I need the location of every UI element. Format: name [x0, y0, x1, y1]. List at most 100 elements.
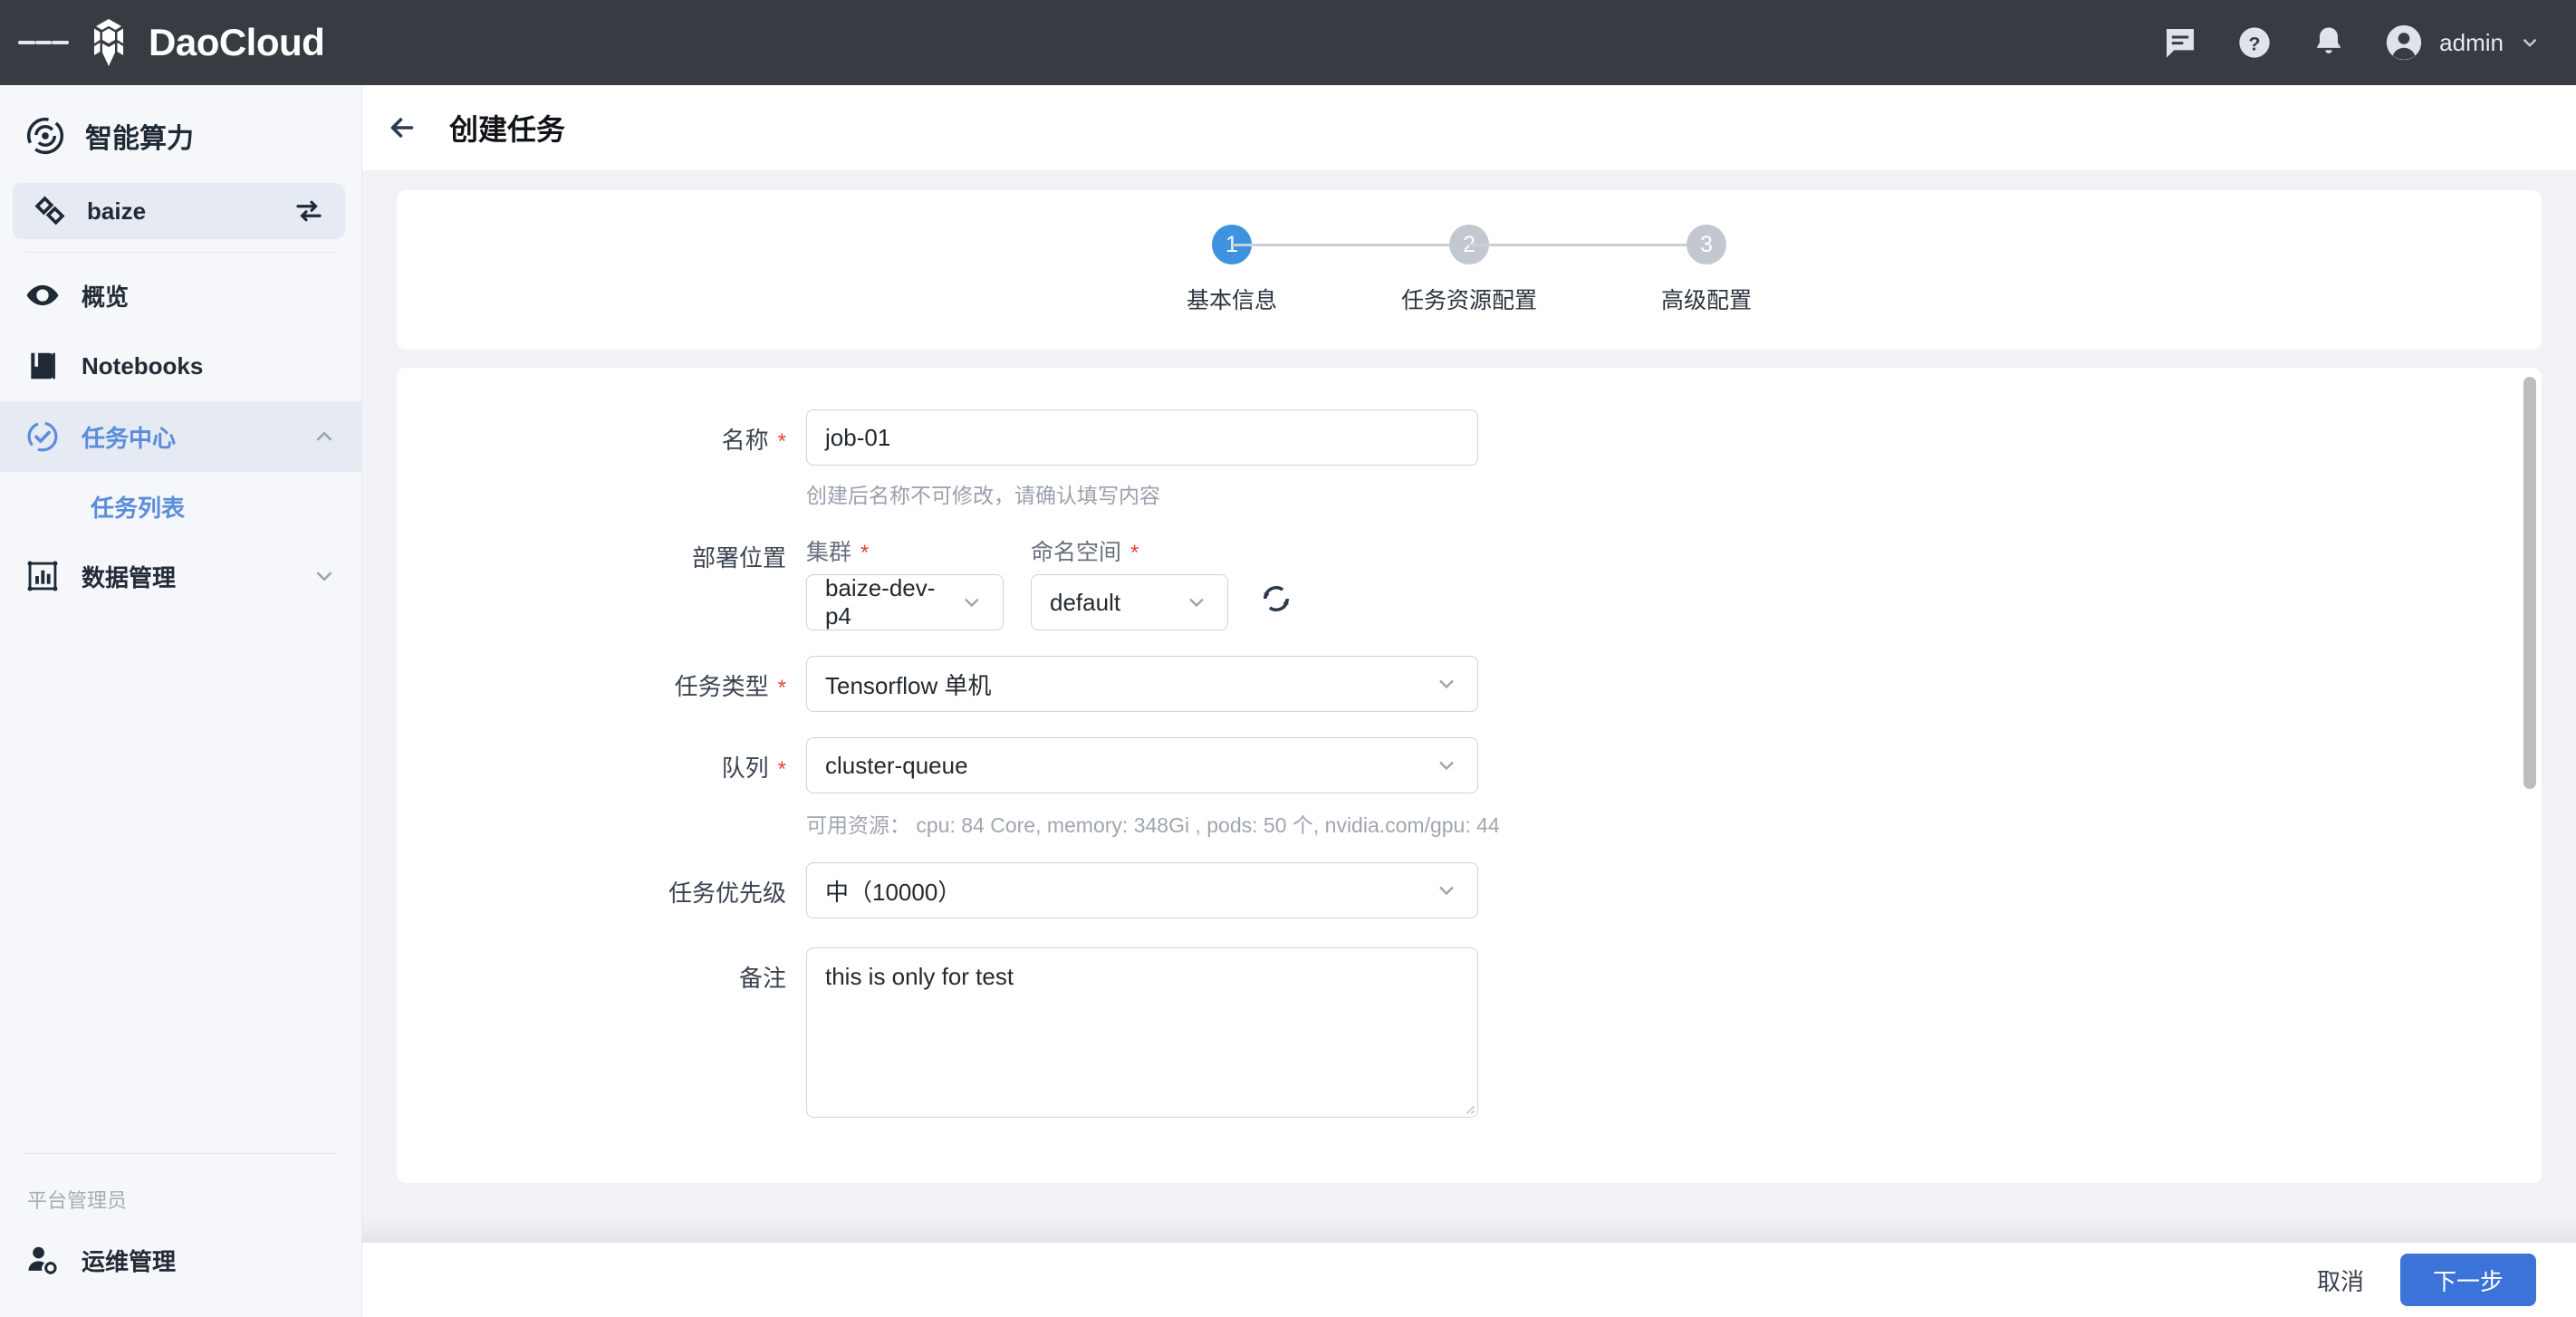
- svg-text:?: ?: [2249, 32, 2261, 54]
- help-icon[interactable]: ?: [2235, 23, 2274, 62]
- page-header: 创建任务: [362, 85, 2576, 170]
- name-input[interactable]: job-01: [806, 409, 1478, 466]
- field-remark: 备注 this is only for test: [397, 947, 2542, 1118]
- user-menu[interactable]: admin: [2383, 22, 2542, 63]
- next-step-button[interactable]: 下一步: [2399, 1254, 2536, 1306]
- sidebar-divider: [25, 252, 336, 253]
- step-connector-2: [1469, 244, 1706, 246]
- cluster-label: 集群 *: [806, 534, 1004, 565]
- job-type-select[interactable]: Tensorflow 单机: [806, 656, 1478, 712]
- required-marker: *: [860, 541, 870, 565]
- field-name: 名称 * job-01 创建后名称不可修改，请确认填写内容: [397, 409, 2542, 509]
- arrow-left-icon[interactable]: [380, 106, 424, 149]
- cluster-group: 集群 * baize-dev-p4: [806, 534, 1004, 630]
- sidebar-item-label: Notebooks: [82, 351, 204, 380]
- topbar-actions: ? admin: [2160, 22, 2576, 63]
- swap-icon[interactable]: [293, 195, 325, 227]
- field-remark-label: 备注: [738, 965, 786, 992]
- compute-radar-icon: [26, 117, 64, 155]
- form-scrollbar[interactable]: [2523, 377, 2536, 1174]
- required-marker: *: [777, 429, 786, 454]
- brand-name: DaoCloud: [149, 21, 325, 63]
- eye-icon: [26, 284, 59, 306]
- task-check-icon: [27, 421, 58, 452]
- field-job-type: 任务类型 * Tensorflow 单机: [397, 656, 2542, 712]
- field-queue-label-text: 队列: [721, 755, 769, 782]
- field-job-type-label-text: 任务类型: [674, 673, 769, 700]
- sidebar-item-ops-management[interactable]: 运维管理: [0, 1225, 361, 1295]
- brand[interactable]: DaoCloud: [85, 18, 325, 67]
- namespace-select[interactable]: default: [1031, 574, 1228, 630]
- top-bar: DaoCloud ? admin: [0, 0, 2576, 85]
- step-1-label: 基本信息: [1187, 288, 1278, 313]
- chevron-down-icon: [1439, 679, 1454, 689]
- required-marker: *: [777, 757, 786, 782]
- chart-box-icon: [27, 561, 58, 591]
- deploy-controls: 集群 * baize-dev-p4 命名空间 * default: [806, 534, 1297, 630]
- priority-select[interactable]: 中（10000）: [806, 862, 1478, 918]
- field-name-label-text: 名称: [721, 427, 769, 454]
- product-title: 智能算力: [0, 85, 361, 183]
- form-card: 名称 * job-01 创建后名称不可修改，请确认填写内容 部署位置 集群 * …: [397, 368, 2542, 1183]
- chevron-down-icon: [1189, 598, 1204, 608]
- required-marker: *: [777, 676, 786, 700]
- sidebar-item-label: 数据管理: [82, 563, 177, 591]
- avatar: [2387, 24, 2422, 61]
- job-type-select-value: Tensorflow 单机: [825, 671, 992, 699]
- bell-icon[interactable]: [2309, 23, 2349, 62]
- form-scrollbar-thumb[interactable]: [2523, 377, 2536, 789]
- cancel-button[interactable]: 取消: [2317, 1264, 2364, 1297]
- resize-grip-icon[interactable]: [1463, 1102, 1475, 1115]
- field-job-type-control: Tensorflow 单机: [806, 656, 1478, 712]
- field-deploy-location: 部署位置 集群 * baize-dev-p4 命名空间 * default: [397, 534, 2542, 630]
- sidebar-item-label: 任务中心: [82, 424, 177, 452]
- queue-select[interactable]: cluster-queue: [806, 737, 1478, 793]
- field-job-type-label: 任务类型 *: [397, 656, 786, 702]
- sidebar-item-notebooks[interactable]: Notebooks: [0, 331, 361, 401]
- field-queue-control: cluster-queue 可用资源： cpu: 84 Core, memory…: [806, 737, 1500, 839]
- namespace-group: 命名空间 * default: [1031, 534, 1228, 630]
- name-input-value: job-01: [825, 423, 891, 451]
- field-remark-control: this is only for test: [806, 947, 1478, 1118]
- page-title: 创建任务: [449, 113, 566, 146]
- sidebar-item-overview[interactable]: 概览: [0, 260, 361, 331]
- name-hint: 创建后名称不可修改，请确认填写内容: [806, 484, 1160, 507]
- main-area: 创建任务 1 基本信息 2 任务资源配置 3 高级配置: [362, 85, 2576, 1317]
- chevron-down-icon: [2523, 38, 2537, 47]
- chevron-down-icon: [1439, 761, 1454, 771]
- step-3-number: 3: [1687, 225, 1726, 264]
- namespace-label-text: 命名空间: [1031, 540, 1122, 565]
- workspace-switcher[interactable]: baize: [13, 183, 345, 239]
- sidebar-group-label: 平台管理员: [27, 1189, 128, 1212]
- sidebar-item-task-list[interactable]: 任务列表: [0, 472, 361, 541]
- remark-textarea[interactable]: this is only for test: [806, 947, 1478, 1118]
- daocloud-logo-icon: [94, 19, 123, 66]
- field-name-control: job-01 创建后名称不可修改，请确认填写内容: [806, 409, 1478, 509]
- namespace-label: 命名空间 *: [1031, 534, 1228, 565]
- chevron-up-icon[interactable]: [311, 423, 338, 450]
- cluster-label-text: 集群: [806, 540, 852, 565]
- chat-icon[interactable]: [2160, 23, 2200, 62]
- field-queue-label: 队列 *: [397, 737, 786, 783]
- field-queue: 队列 * cluster-queue 可用资源： cpu: 84 Core, me…: [397, 737, 2542, 839]
- cluster-select[interactable]: baize-dev-p4: [806, 574, 1004, 630]
- workspace-name: baize: [87, 197, 147, 225]
- sidebar-item-data-management[interactable]: 数据管理: [0, 541, 361, 611]
- chevron-down-icon[interactable]: [311, 562, 338, 590]
- user-gear-icon: [28, 1246, 57, 1274]
- cluster-select-value: baize-dev-p4: [825, 574, 936, 630]
- footer-bar: 取消 下一步: [362, 1243, 2576, 1317]
- sidebar-subitem-label: 任务列表: [91, 494, 186, 522]
- remark-textarea-value: this is only for test: [825, 963, 1014, 990]
- chevron-down-icon: [1439, 886, 1454, 896]
- refresh-icon[interactable]: [1255, 578, 1297, 620]
- field-priority: 任务优先级 中（10000）: [397, 862, 2542, 918]
- field-name-label: 名称 *: [397, 409, 786, 456]
- chevron-down-icon: [965, 598, 979, 608]
- priority-select-value: 中（10000）: [825, 878, 962, 906]
- book-icon: [31, 352, 55, 380]
- field-priority-control: 中（10000）: [806, 862, 1478, 918]
- stepper: 1 基本信息 2 任务资源配置 3 高级配置: [1187, 225, 1752, 315]
- hamburger-icon[interactable]: [18, 17, 70, 68]
- sidebar-item-task-center[interactable]: 任务中心: [0, 401, 361, 472]
